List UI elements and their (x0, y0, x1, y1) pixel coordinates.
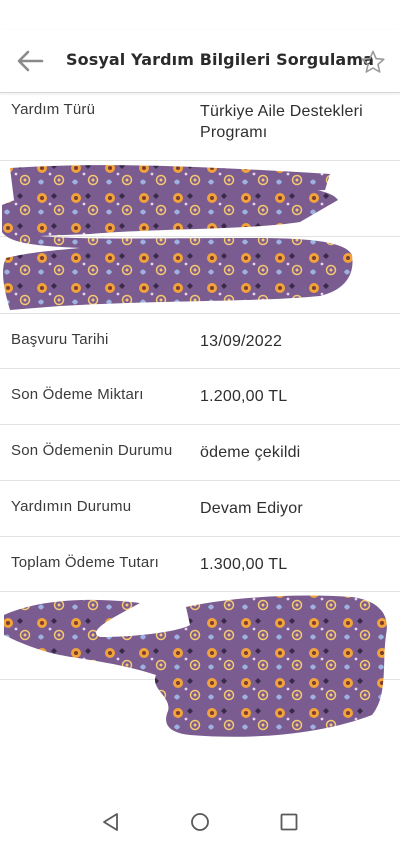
circle-home-icon (191, 813, 209, 831)
page-title: Sosyal Yardım Bilgileri Sorgulama (66, 50, 374, 69)
arrow-left-icon (17, 50, 44, 72)
detail-row-toplam-odeme-tutari: Toplam Ödeme Tutarı 1.300,00 TL (0, 537, 400, 592)
square-recents-icon (280, 813, 298, 831)
nav-home-button[interactable] (189, 811, 211, 838)
detail-row-son-odeme-miktari: Son Ödeme Miktarı 1.200,00 TL (0, 369, 400, 425)
back-button[interactable] (14, 47, 46, 75)
nav-recents-button[interactable] (278, 811, 300, 838)
detail-row-yardim-turu: Yardım Türü Türkiye Aile Destekleri Prog… (0, 92, 400, 161)
detail-value: 13/09/2022 (200, 333, 283, 350)
detail-value: ödeme çekildi (200, 444, 301, 461)
detail-label: Yardımın Durumu (11, 498, 132, 515)
detail-label: Başvuru Tarihi (11, 331, 109, 348)
redaction-overlay-bottom (4, 595, 387, 737)
detail-value: Devam Ediyor (200, 500, 303, 517)
detail-value: Türkiye Aile Destekleri Programı (200, 103, 363, 141)
system-nav-bar (0, 790, 400, 844)
detail-label: Yardım Türü (11, 101, 96, 118)
detail-row-yardimin-durumu: Yardımın Durumu Devam Ediyor (0, 481, 400, 537)
detail-label: Son Ödeme Miktarı (11, 386, 144, 403)
redaction-overlay-top (2, 165, 353, 310)
app-bar: Sosyal Yardım Bilgileri Sorgulama (0, 30, 400, 93)
detail-value: 1.300,00 TL (200, 556, 288, 573)
status-bar (0, 0, 400, 30)
star-outline-icon (361, 50, 385, 73)
triangle-back-icon (103, 813, 118, 831)
detail-label: Son Ödemenin Durumu (11, 442, 173, 459)
detail-label: Toplam Ödeme Tutarı (11, 554, 160, 571)
favorite-button[interactable] (360, 49, 386, 75)
detail-row-son-odemenin-durumu: Son Ödemenin Durumu ödeme çekildi (0, 425, 400, 481)
detail-value: 1.200,00 TL (200, 388, 288, 405)
detail-row-basvuru-tarihi: Başvuru Tarihi 13/09/2022 (0, 314, 400, 369)
nav-back-button[interactable] (100, 811, 122, 838)
